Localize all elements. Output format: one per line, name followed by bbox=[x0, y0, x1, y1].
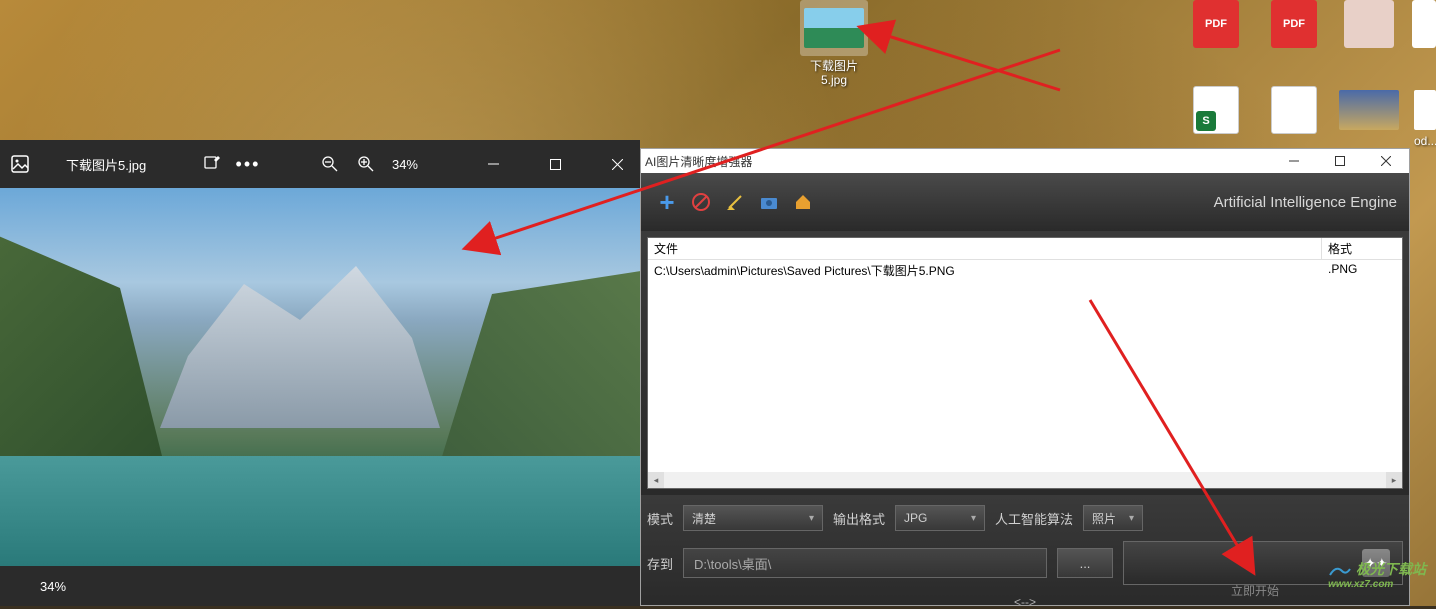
spreadsheet-icon: S bbox=[1193, 86, 1239, 134]
add-icon[interactable]: + bbox=[653, 188, 681, 216]
desktop-icon-doc-1[interactable] bbox=[1334, 0, 1404, 48]
viewer-image-area[interactable] bbox=[0, 188, 640, 566]
list-header: 文件 格式 bbox=[648, 238, 1402, 260]
save-path-input[interactable]: D:\tools\桌面\ bbox=[683, 548, 1047, 578]
viewer-footer: 34% bbox=[0, 566, 640, 606]
output-format-label: 输出格式 bbox=[833, 509, 885, 528]
home-icon[interactable] bbox=[789, 188, 817, 216]
desktop-icon-image-2[interactable] bbox=[1334, 86, 1404, 134]
ai-enhancer-window: AI图片清晰度增强器 + Artificial Intelligence Eng… bbox=[640, 148, 1410, 606]
close-button[interactable] bbox=[594, 140, 640, 188]
viewer-filename: 下载图片5.jpg bbox=[66, 155, 146, 174]
save-to-label: 存到 bbox=[647, 554, 673, 573]
start-hint: 立即开始 bbox=[1231, 582, 1279, 599]
row-filepath: C:\Users\admin\Pictures\Saved Pictures\下… bbox=[648, 260, 1322, 281]
scroll-right-icon[interactable]: ▸ bbox=[1386, 472, 1402, 488]
minimize-button[interactable] bbox=[1271, 149, 1317, 173]
browse-button[interactable]: ... bbox=[1057, 548, 1113, 578]
camera-icon[interactable] bbox=[755, 188, 783, 216]
ai-list-panel: 文件 格式 C:\Users\admin\Pictures\Saved Pict… bbox=[641, 231, 1409, 495]
mode-label: 模式 bbox=[647, 509, 673, 528]
footer-zoom-percent: 34% bbox=[40, 579, 66, 594]
header-file-column[interactable]: 文件 bbox=[648, 238, 1322, 259]
landscape-image bbox=[0, 188, 640, 566]
close-button[interactable] bbox=[1363, 149, 1409, 173]
zoom-out-icon[interactable] bbox=[320, 154, 340, 174]
icon-label-line2: 5.jpg bbox=[821, 73, 847, 87]
app-icon bbox=[10, 154, 30, 174]
scroll-left-icon[interactable]: ◂ bbox=[648, 472, 664, 488]
image-thumbnail bbox=[1339, 90, 1399, 130]
icon-label-line1: 下载图片 bbox=[810, 59, 858, 73]
desktop-icon-txt[interactable] bbox=[1256, 86, 1332, 134]
forbid-icon[interactable] bbox=[687, 188, 715, 216]
ai-bottom-panel: 模式 清楚 输出格式 JPG 人工智能算法 照片 存到 D:\tools\桌面\… bbox=[641, 495, 1409, 605]
header-format-column[interactable]: 格式 bbox=[1322, 238, 1402, 259]
horizontal-scrollbar[interactable]: ◂ ▸ bbox=[648, 472, 1402, 488]
desktop-icon-doc-2[interactable] bbox=[1412, 0, 1436, 48]
more-icon[interactable]: ••• bbox=[238, 154, 258, 174]
row-format: .PNG bbox=[1322, 260, 1402, 281]
output-format-select[interactable]: JPG bbox=[895, 505, 985, 531]
icon-label: od... bbox=[1414, 134, 1436, 148]
image-viewer-window: 下载图片5.jpg ••• 34% 34% bbox=[0, 140, 640, 606]
ai-title: AI图片清晰度增强器 bbox=[645, 153, 752, 170]
text-file-icon bbox=[1271, 86, 1317, 134]
zoom-percent: 34% bbox=[392, 157, 418, 172]
list-row[interactable]: C:\Users\admin\Pictures\Saved Pictures\下… bbox=[648, 260, 1402, 281]
arrows-indicator: <--> bbox=[1014, 595, 1036, 609]
desktop-icon-selected-image[interactable]: 下载图片5.jpg bbox=[796, 0, 872, 87]
desktop-icon-partial[interactable]: od... bbox=[1414, 86, 1436, 148]
desktop-icon-pdf-2[interactable]: PDF bbox=[1256, 0, 1332, 52]
doc-thumbnail bbox=[1412, 0, 1436, 48]
algorithm-label: 人工智能算法 bbox=[995, 509, 1073, 528]
mode-select[interactable]: 清楚 bbox=[683, 505, 823, 531]
watermark: 极光下载站 www.xz7.com bbox=[1328, 559, 1426, 590]
broom-icon[interactable] bbox=[721, 188, 749, 216]
partial-thumbnail bbox=[1414, 90, 1436, 130]
desktop-icon-pdf-1[interactable]: PDF bbox=[1178, 0, 1254, 52]
scroll-track[interactable] bbox=[664, 472, 1386, 488]
ai-titlebar: AI图片清晰度增强器 bbox=[641, 149, 1409, 173]
pdf-icon: PDF bbox=[1193, 0, 1239, 48]
maximize-button[interactable] bbox=[532, 140, 578, 188]
maximize-button[interactable] bbox=[1317, 149, 1363, 173]
ai-toolbar: + Artificial Intelligence Engine bbox=[641, 173, 1409, 231]
pdf-icon: PDF bbox=[1271, 0, 1317, 48]
doc-thumbnail bbox=[1344, 0, 1394, 48]
zoom-in-icon[interactable] bbox=[356, 154, 376, 174]
edit-icon[interactable] bbox=[202, 154, 222, 174]
desktop-icon-xls[interactable]: S bbox=[1178, 86, 1254, 138]
minimize-button[interactable] bbox=[470, 140, 516, 188]
viewer-titlebar: 下载图片5.jpg ••• 34% bbox=[0, 140, 640, 188]
file-list: 文件 格式 C:\Users\admin\Pictures\Saved Pict… bbox=[647, 237, 1403, 489]
engine-label: Artificial Intelligence Engine bbox=[1214, 194, 1397, 211]
algorithm-select[interactable]: 照片 bbox=[1083, 505, 1143, 531]
image-thumbnail bbox=[804, 8, 864, 48]
